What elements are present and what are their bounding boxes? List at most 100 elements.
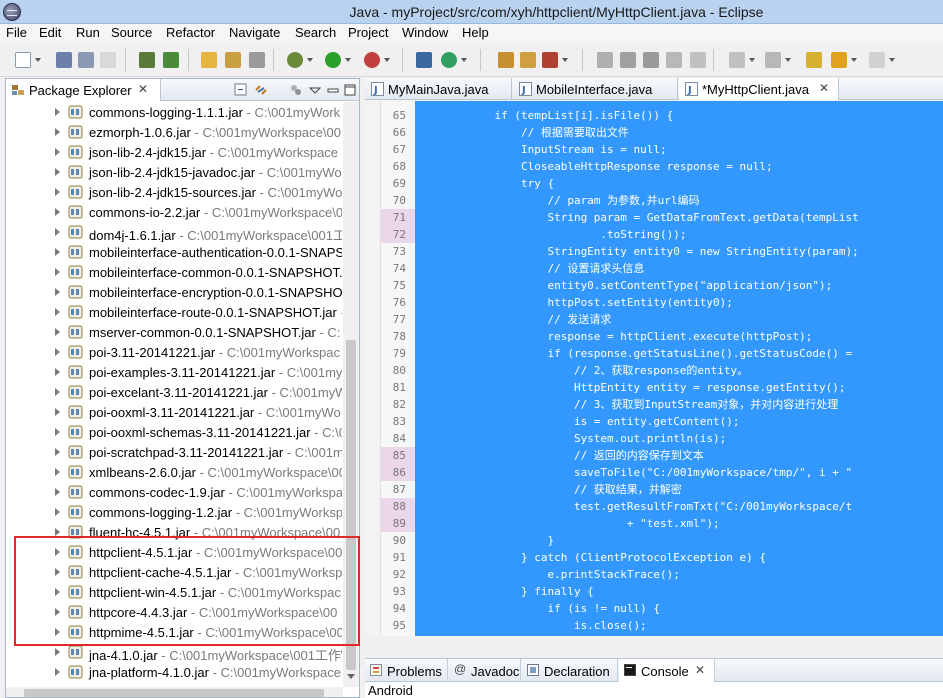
next-annotation-dropdown-icon[interactable] bbox=[749, 58, 755, 62]
toggle-mark-icon[interactable] bbox=[249, 52, 265, 68]
open-type-icon[interactable] bbox=[201, 52, 217, 68]
code-editor[interactable]: 65 if (tempList[i].isFile()) {66 // 根据需要… bbox=[365, 101, 943, 636]
block-selection-icon[interactable] bbox=[690, 52, 706, 68]
new-dropdown-icon[interactable] bbox=[35, 58, 41, 62]
code-line[interactable]: CloseableHttpResponse response = null; bbox=[415, 158, 943, 175]
tree-item[interactable]: commons-logging-1.2.jar - C:\001myWorksp bbox=[6, 502, 342, 522]
code-line[interactable]: String param = GetDataFromText.getData(t… bbox=[415, 209, 943, 226]
forward-dropdown-icon[interactable] bbox=[889, 58, 895, 62]
new-icon[interactable] bbox=[15, 52, 31, 68]
code-line[interactable]: // 2、获取response的entity。 bbox=[415, 362, 943, 379]
code-line[interactable]: // 发送请求 bbox=[415, 311, 943, 328]
tree-item[interactable]: httpclient-win-4.5.1.jar - C:\001myWorks… bbox=[6, 582, 342, 602]
tab-declaration[interactable]: Declaration bbox=[522, 659, 618, 682]
next-annotation-icon[interactable] bbox=[729, 52, 745, 68]
expand-arrow-icon[interactable] bbox=[55, 148, 60, 156]
tree-item[interactable]: json-lib-2.4-jdk15-javadoc.jar - C:\001m… bbox=[6, 162, 342, 182]
code-line[interactable]: saveToFile("C:/001myWorkspace/tmp/", i +… bbox=[415, 464, 943, 481]
expand-arrow-icon[interactable] bbox=[55, 168, 60, 176]
tree-item[interactable]: commons-codec-1.9.jar - C:\001myWorkspa bbox=[6, 482, 342, 502]
tree-item[interactable]: httpcore-4.4.3.jar - C:\001myWorkspace\0… bbox=[6, 602, 342, 622]
search-tool-icon[interactable] bbox=[542, 52, 558, 68]
expand-arrow-icon[interactable] bbox=[55, 308, 60, 316]
save-all-icon[interactable] bbox=[78, 52, 94, 68]
code-line[interactable]: // param 为参数,并url编码 bbox=[415, 192, 943, 209]
tree-item[interactable]: mobileinterface-route-0.0.1-SNAPSHOT.jar… bbox=[6, 302, 342, 322]
tree-item[interactable]: commons-logging-1.1.1.jar - C:\001myWork bbox=[6, 102, 342, 122]
open-file-icon[interactable] bbox=[520, 52, 536, 68]
expand-arrow-icon[interactable] bbox=[55, 508, 60, 516]
minimize-icon[interactable] bbox=[326, 83, 340, 97]
close-icon[interactable]: ✕ bbox=[138, 82, 148, 96]
phone-icon[interactable] bbox=[163, 52, 179, 68]
tree-item[interactable]: jna-4.1.0.jar - C:\001myWorkspace\001工作\ bbox=[6, 642, 342, 662]
pin-icon[interactable] bbox=[643, 52, 659, 68]
code-line[interactable]: } bbox=[415, 532, 943, 549]
expand-arrow-icon[interactable] bbox=[55, 288, 60, 296]
forward-icon[interactable] bbox=[869, 52, 885, 68]
expand-arrow-icon[interactable] bbox=[55, 628, 60, 636]
tab-mobileinterface[interactable]: J MobileInterface.java bbox=[513, 78, 678, 100]
show-whitespace-icon[interactable] bbox=[666, 52, 682, 68]
maximize-icon[interactable] bbox=[343, 83, 357, 97]
tree-item[interactable]: httpclient-4.5.1.jar - C:\001myWorkspace… bbox=[6, 542, 342, 562]
code-line[interactable]: + "test.xml"); bbox=[415, 515, 943, 532]
tree-item[interactable]: poi-scratchpad-3.11-20141221.jar - C:\00… bbox=[6, 442, 342, 462]
code-line[interactable]: response = httpClient.execute(httpPost); bbox=[415, 328, 943, 345]
expand-arrow-icon[interactable] bbox=[55, 408, 60, 416]
external-tools-icon[interactable] bbox=[364, 52, 380, 68]
code-line[interactable]: httpPost.setEntity(entity0); bbox=[415, 294, 943, 311]
package-explorer-tab[interactable]: Package Explorer ✕ bbox=[6, 79, 161, 101]
tree-item[interactable]: poi-examples-3.11-20141221.jar - C:\001m… bbox=[6, 362, 342, 382]
tab-javadoc[interactable]: @ Javadoc bbox=[449, 659, 521, 682]
debug-icon[interactable] bbox=[287, 52, 303, 68]
back-dropdown-icon[interactable] bbox=[851, 58, 857, 62]
new-class-dropdown-icon[interactable] bbox=[461, 58, 467, 62]
menu-refactor[interactable]: Refactor bbox=[166, 25, 215, 40]
code-line[interactable]: is = entity.getContent(); bbox=[415, 413, 943, 430]
scrollbar-thumb[interactable] bbox=[24, 689, 324, 697]
expand-arrow-icon[interactable] bbox=[55, 388, 60, 396]
search-dropdown-icon[interactable] bbox=[562, 58, 568, 62]
expand-arrow-icon[interactable] bbox=[55, 568, 60, 576]
code-line[interactable]: test.getResultFromTxt("C:/001myWorkspace… bbox=[415, 498, 943, 515]
expand-arrow-icon[interactable] bbox=[55, 268, 60, 276]
open-task-icon[interactable] bbox=[225, 52, 241, 68]
edit-icon[interactable] bbox=[620, 52, 636, 68]
menu-project[interactable]: Project bbox=[348, 25, 388, 40]
horizontal-scrollbar[interactable] bbox=[6, 687, 343, 697]
tree-item[interactable]: httpmime-4.5.1.jar - C:\001myWorkspace\0… bbox=[6, 622, 342, 642]
code-line[interactable]: } catch (ClientProtocolException e) { bbox=[415, 549, 943, 566]
code-line[interactable]: // 根据需要取出文件 bbox=[415, 124, 943, 141]
code-line[interactable]: InputStream is = null; bbox=[415, 141, 943, 158]
code-line[interactable]: // 获取结果，并解密 bbox=[415, 481, 943, 498]
expand-arrow-icon[interactable] bbox=[55, 328, 60, 336]
run-icon[interactable] bbox=[325, 52, 341, 68]
tree-item[interactable]: mobileinterface-authentication-0.0.1-SNA… bbox=[6, 242, 342, 262]
expand-arrow-icon[interactable] bbox=[55, 248, 60, 256]
expand-arrow-icon[interactable] bbox=[55, 448, 60, 456]
tab-problems[interactable]: Problems bbox=[365, 659, 448, 682]
tree-item[interactable]: poi-ooxml-schemas-3.11-20141221.jar - C:… bbox=[6, 422, 342, 442]
menu-help[interactable]: Help bbox=[462, 25, 489, 40]
code-line[interactable]: System.out.println(is); bbox=[415, 430, 943, 447]
menu-run[interactable]: Run bbox=[76, 25, 100, 40]
expand-arrow-icon[interactable] bbox=[55, 228, 60, 236]
console-output[interactable]: Android bbox=[365, 682, 943, 698]
expand-arrow-icon[interactable] bbox=[55, 548, 60, 556]
back-icon[interactable] bbox=[831, 52, 847, 68]
expand-arrow-icon[interactable] bbox=[55, 648, 60, 656]
menu-search[interactable]: Search bbox=[295, 25, 336, 40]
external-tools-dropdown-icon[interactable] bbox=[384, 58, 390, 62]
expand-arrow-icon[interactable] bbox=[55, 528, 60, 536]
expand-arrow-icon[interactable] bbox=[55, 348, 60, 356]
menu-file[interactable]: File bbox=[6, 25, 27, 40]
tree-item[interactable]: json-lib-2.4-jdk15-sources.jar - C:\001m… bbox=[6, 182, 342, 202]
scrollbar-thumb[interactable] bbox=[346, 340, 356, 670]
close-icon[interactable]: ✕ bbox=[819, 81, 829, 95]
code-line[interactable]: entity0.setContentType("application/json… bbox=[415, 277, 943, 294]
annotation-icon[interactable] bbox=[597, 52, 613, 68]
annotation-ruler[interactable] bbox=[365, 101, 381, 636]
vertical-scrollbar[interactable] bbox=[343, 102, 359, 687]
code-line[interactable]: StringEntity entity0 = new StringEntity(… bbox=[415, 243, 943, 260]
